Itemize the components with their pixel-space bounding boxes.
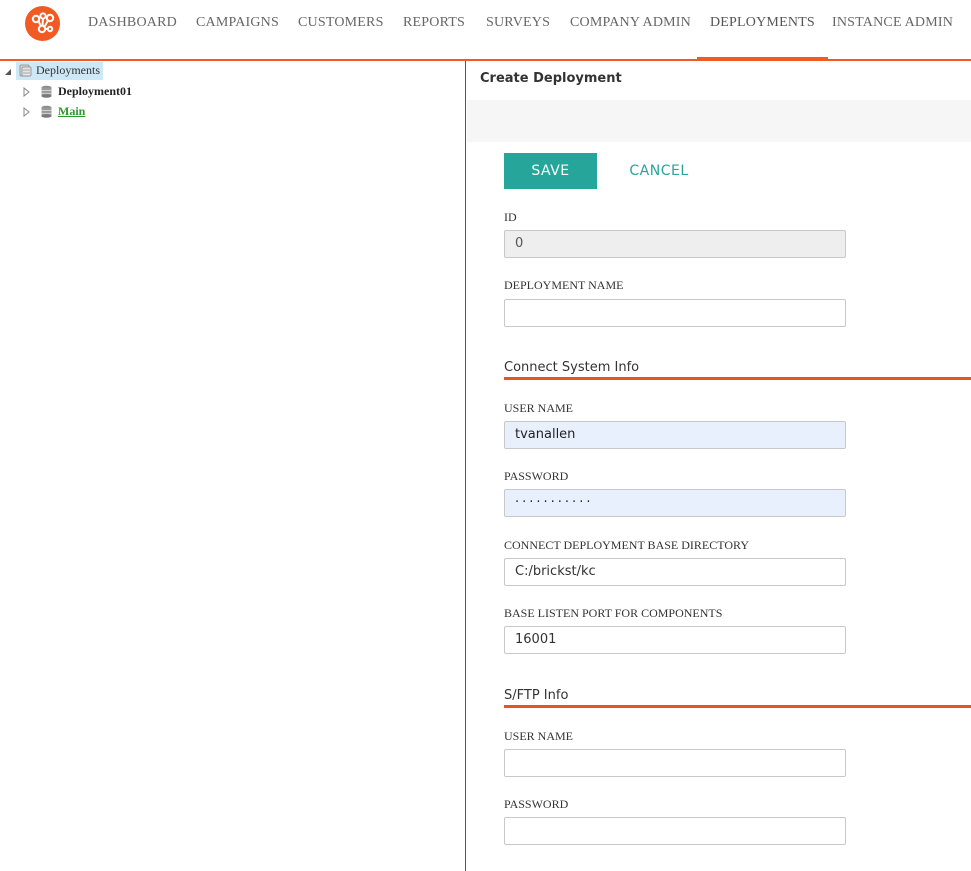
nav-customers[interactable]: CUSTOMERS	[298, 15, 384, 61]
app-logo-icon[interactable]	[25, 6, 60, 41]
nav-instance-admin[interactable]: INSTANCE ADMIN	[832, 15, 953, 61]
tree-root-label[interactable]: Deployments	[16, 62, 103, 80]
database-icon	[41, 105, 52, 118]
connect-password-field[interactable]: ···········	[504, 489, 846, 517]
id-field: 0	[504, 230, 846, 258]
id-label: ID	[504, 210, 517, 224]
connect-user-name-label: USER NAME	[504, 401, 574, 415]
nav-dashboard[interactable]: DASHBOARD	[88, 15, 177, 61]
deployment-name-field[interactable]	[504, 299, 846, 327]
expand-arrow-icon[interactable]	[22, 87, 32, 97]
collapse-arrow-icon[interactable]	[3, 67, 13, 77]
tree-node-label[interactable]: Deployment01	[58, 84, 132, 99]
nav-surveys[interactable]: SURVEYS	[486, 15, 550, 61]
sftp-user-name-label: USER NAME	[504, 729, 574, 743]
deployment-tree-pane: Deployments Deployment01 Main	[0, 61, 466, 871]
form-toolbar-band	[467, 100, 971, 142]
sftp-password-label: PASSWORD	[504, 797, 569, 811]
save-button[interactable]: SAVE	[504, 153, 597, 189]
database-icon	[41, 85, 52, 98]
sftp-user-name-field[interactable]	[504, 749, 846, 777]
connect-user-name-field[interactable]: tvanallen	[504, 421, 846, 449]
connect-password-label: PASSWORD	[504, 469, 569, 483]
nav-deployments[interactable]: DEPLOYMENTS	[697, 15, 828, 62]
sftp-password-field[interactable]	[504, 817, 846, 845]
deployment-name-label: DEPLOYMENT NAME	[504, 278, 624, 292]
form-title: Create Deployment	[480, 71, 622, 86]
nav-company-admin[interactable]: COMPANY ADMIN	[570, 15, 691, 61]
sftp-info-header: S/FTP Info	[504, 688, 971, 708]
tree-root-text: Deployments	[36, 63, 100, 77]
cancel-button[interactable]: CANCEL	[617, 153, 701, 189]
create-deployment-form: Create Deployment SAVE CANCEL ID 0 DEPLO…	[467, 61, 971, 871]
database-stack-icon	[19, 64, 32, 77]
tree-node-label[interactable]: Main	[58, 104, 85, 119]
base-port-label: BASE LISTEN PORT FOR COMPONENTS	[504, 606, 723, 620]
base-directory-label: CONNECT DEPLOYMENT BASE DIRECTORY	[504, 538, 750, 552]
tree-node-deployment01[interactable]: Deployment01	[0, 82, 200, 101]
nav-reports[interactable]: REPORTS	[403, 15, 465, 61]
expand-arrow-icon[interactable]	[22, 107, 32, 117]
base-directory-field[interactable]: C:/brickst/kc	[504, 558, 846, 586]
base-port-field[interactable]: 16001	[504, 626, 846, 654]
connect-system-info-header: Connect System Info	[504, 360, 971, 380]
top-navigation-bar: DASHBOARD CAMPAIGNS CUSTOMERS REPORTS SU…	[0, 0, 971, 62]
tree-node-main[interactable]: Main	[0, 102, 200, 121]
nav-campaigns[interactable]: CAMPAIGNS	[196, 15, 279, 61]
